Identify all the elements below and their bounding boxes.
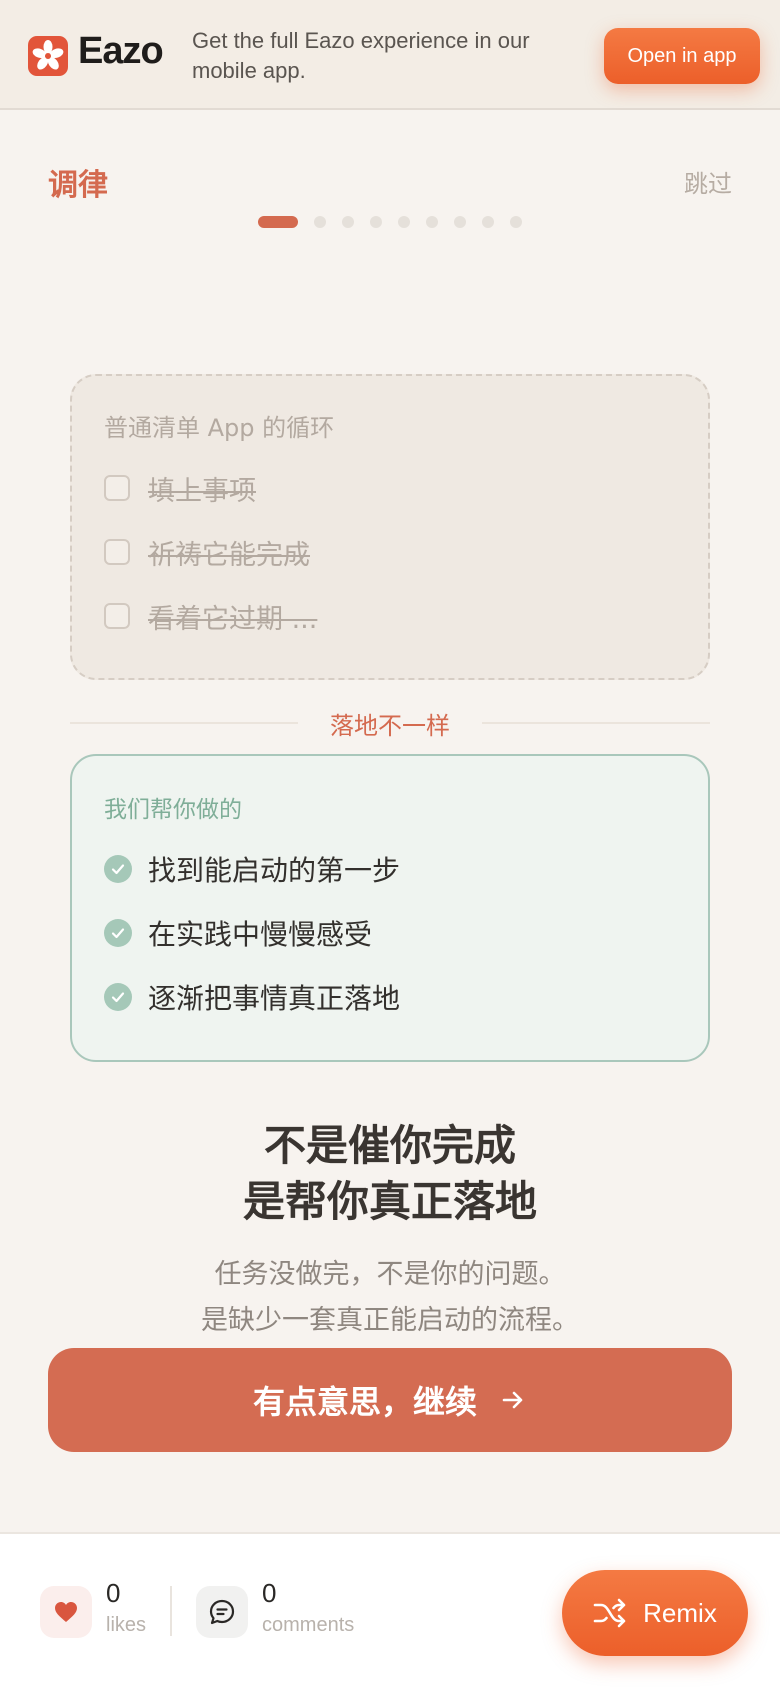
check-circle-icon <box>104 983 132 1011</box>
remix-label: Remix <box>643 1597 717 1628</box>
comment-icon <box>209 1599 235 1625</box>
divider-label: 落地不一样 <box>330 712 450 740</box>
step-dot <box>426 216 438 228</box>
old-cycle-card: 普通清单 App 的循环 填上事项 祈祷它能完成 看着它过期 ... <box>70 374 710 680</box>
likes-count: 0 <box>106 1578 121 1608</box>
comments-label: comments <box>262 1614 355 1636</box>
new-way-item: 在实践中慢慢感受 <box>104 916 373 951</box>
headline-line-2: 是帮你真正落地 <box>242 1177 537 1226</box>
step-dot <box>482 216 494 228</box>
step-dot <box>510 216 522 228</box>
continue-button-label: 有点意思，继续 <box>252 1383 477 1421</box>
old-cycle-item: 填上事项 <box>104 472 256 507</box>
step-dot <box>398 216 410 228</box>
headline: 不是催你完成 是帮你真正落地 <box>0 1118 780 1230</box>
new-way-item-label: 逐渐把事情真正落地 <box>148 982 401 1015</box>
step-dot <box>454 216 466 228</box>
brand-name: Eazo <box>78 30 164 72</box>
new-way-card: 我们帮你做的 找到能启动的第一步 在实践中慢慢感受 逐渐把事情真正落地 <box>70 754 710 1062</box>
old-cycle-item-label: 祈祷它能完成 <box>148 539 310 571</box>
page-title: 调律 <box>48 168 108 203</box>
like-button[interactable] <box>40 1586 92 1638</box>
continue-button[interactable]: 有点意思，继续 <box>48 1348 732 1452</box>
remix-button[interactable]: Remix <box>562 1570 748 1656</box>
step-indicator <box>258 215 538 229</box>
bottom-bar: 0 likes 0 comments Remix <box>0 1532 780 1688</box>
shuffle-icon <box>593 1598 626 1628</box>
step-dot <box>370 216 382 228</box>
old-cycle-item-label: 填上事项 <box>148 475 256 507</box>
checkbox-icon <box>104 603 130 629</box>
check-circle-icon <box>104 919 132 947</box>
skip-button[interactable]: 跳过 <box>684 164 732 199</box>
new-way-item-label: 在实践中慢慢感受 <box>148 918 373 951</box>
eazo-logo-icon <box>28 36 68 76</box>
banner-message: Get the full Eazo experience in our mobi… <box>192 28 530 83</box>
step-dot <box>314 216 326 228</box>
app-banner: Eazo Get the full Eazo experience in our… <box>0 0 780 110</box>
footer-separator <box>170 1586 172 1636</box>
check-circle-icon <box>104 855 132 883</box>
arrow-right-icon <box>502 1391 523 1409</box>
headline-line-1: 不是催你完成 <box>263 1121 516 1170</box>
old-cycle-item: 祈祷它能完成 <box>104 536 310 571</box>
step-dot-active <box>258 216 298 228</box>
old-cycle-item: 看着它过期 ... <box>104 600 317 635</box>
old-cycle-item-label: 看着它过期 ... <box>148 603 318 635</box>
new-way-item: 找到能启动的第一步 <box>104 852 401 887</box>
subtext-line-1: 任务没做完，不是你的问题。 <box>214 1259 566 1290</box>
new-way-title: 我们帮你做的 <box>104 797 242 823</box>
new-way-item-label: 找到能启动的第一步 <box>148 854 401 887</box>
old-cycle-title: 普通清单 App 的循环 <box>104 414 335 442</box>
heart-icon <box>55 1602 77 1622</box>
likes-label: likes <box>106 1614 147 1636</box>
checkbox-icon <box>104 539 130 565</box>
subtext-line-2: 是缺少一套真正能启动的流程。 <box>201 1305 579 1336</box>
subtext: 任务没做完，不是你的问题。 是缺少一套真正能启动的流程。 <box>0 1252 780 1344</box>
comments-count: 0 <box>262 1578 277 1608</box>
comment-button[interactable] <box>196 1586 248 1638</box>
new-way-item: 逐渐把事情真正落地 <box>104 980 401 1015</box>
step-dot <box>342 216 354 228</box>
open-in-app-button[interactable]: Open in app <box>604 28 760 84</box>
checkbox-icon <box>104 475 130 501</box>
